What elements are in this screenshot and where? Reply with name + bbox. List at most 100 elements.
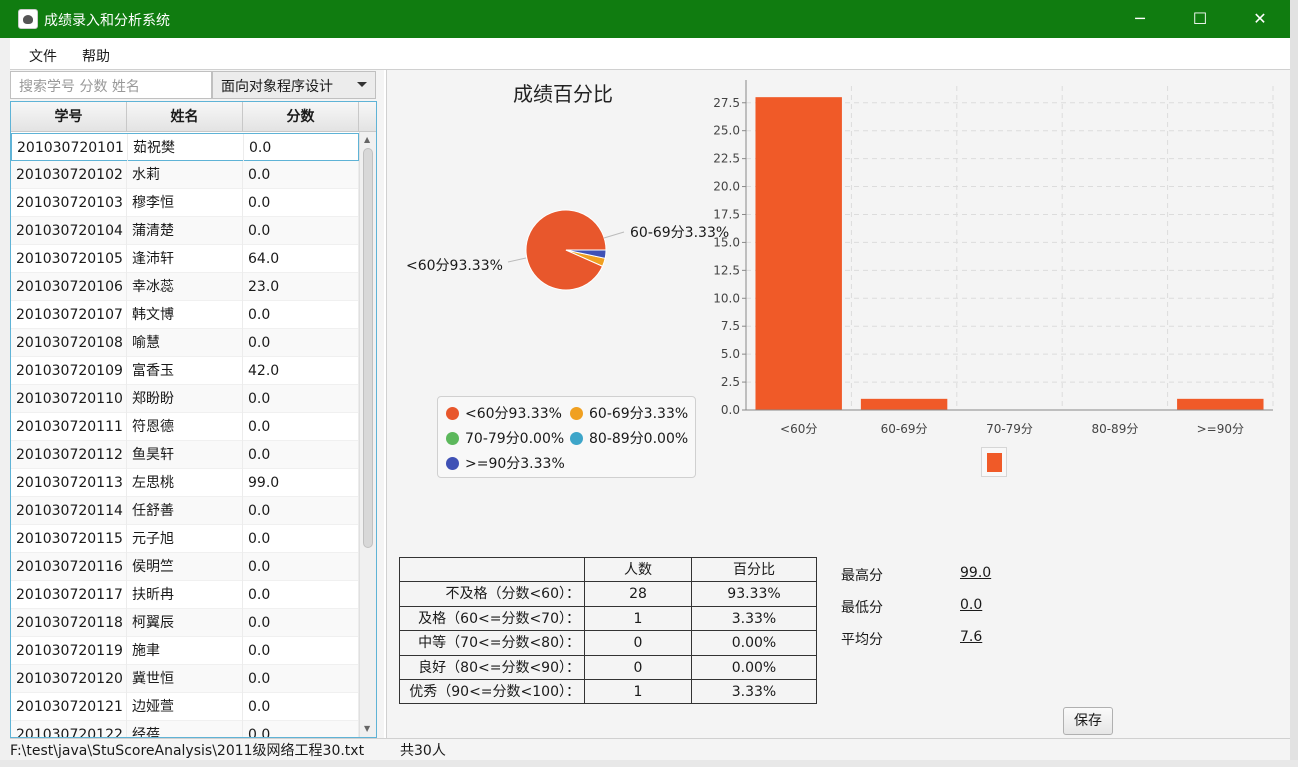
stats-row-count: 1 <box>585 680 692 705</box>
table-row[interactable]: 201030720112 鱼昊轩 0.0 <box>11 441 359 469</box>
cell-student-id: 201030720116 <box>11 553 127 581</box>
stats-row-percent: 3.33% <box>692 607 816 632</box>
table-row[interactable]: 201030720121 边娅萱 0.0 <box>11 693 359 721</box>
legend-swatch <box>570 432 583 445</box>
cell-score: 0.0 <box>243 161 359 189</box>
menu-help[interactable]: 帮助 <box>82 46 110 66</box>
cell-student-id: 201030720114 <box>11 497 127 525</box>
legend-item: <60分93.33% <box>446 403 562 423</box>
table-row[interactable]: 201030720120 冀世恒 0.0 <box>11 665 359 693</box>
table-row[interactable]: 201030720103 穆李恒 0.0 <box>11 189 359 217</box>
cell-student-name: 穆李恒 <box>127 189 243 217</box>
bar-y-tick-label: 25.0 <box>713 124 740 138</box>
cell-student-name: 韩文博 <box>127 301 243 329</box>
scroll-down-icon[interactable]: ▼ <box>364 724 370 733</box>
table-row[interactable]: 201030720104 蒲清楚 0.0 <box>11 217 359 245</box>
cell-student-id: 201030720121 <box>11 693 127 721</box>
table-row[interactable]: 201030720111 符恩德 0.0 <box>11 413 359 441</box>
bar-y-tick-label: 5.0 <box>721 347 740 361</box>
cell-student-id: 201030720111 <box>11 413 127 441</box>
cell-student-id: 201030720104 <box>11 217 127 245</box>
table-row[interactable]: 201030720106 幸冰蕊 23.0 <box>11 273 359 301</box>
cell-student-name: 任舒善 <box>127 497 243 525</box>
bar <box>755 97 842 410</box>
avg-score-value: 7.6 <box>960 629 983 645</box>
legend-swatch <box>446 432 459 445</box>
stats-row-count: 0 <box>585 655 692 680</box>
table-row[interactable]: 201030720118 柯翼辰 0.0 <box>11 609 359 637</box>
legend-swatch <box>570 407 583 420</box>
table-row[interactable]: 201030720108 喻慧 0.0 <box>11 329 359 357</box>
chevron-down-icon <box>357 82 367 87</box>
table-row[interactable]: 201030720105 逢沛轩 64.0 <box>11 245 359 273</box>
cell-score: 0.0 <box>243 525 359 553</box>
column-header-score[interactable]: 分数 <box>243 102 359 132</box>
table-row[interactable]: 201030720110 郑盼盼 0.0 <box>11 385 359 413</box>
bar-y-tick-label: 0.0 <box>721 403 740 417</box>
cell-student-name: 逢沛轩 <box>127 245 243 273</box>
stats-row-percent: 0.00% <box>692 656 816 680</box>
status-file-path: F:\test\java\StuScoreAnalysis\2011级网络工程3… <box>10 743 365 759</box>
cell-student-name: 柯翼辰 <box>127 609 243 637</box>
table-row[interactable]: 201030720101 茹祝樊 0.0 <box>11 133 360 162</box>
scrollbar-thumb[interactable] <box>363 148 373 548</box>
column-header-id[interactable]: 学号 <box>11 102 127 132</box>
cell-student-name: 元子旭 <box>127 525 243 553</box>
cell-score: 0.0 <box>243 693 359 721</box>
legend-item: 70-79分0.00% <box>446 428 564 448</box>
stats-row-label: 良好（80<=分数<90）： <box>400 655 585 680</box>
stats-header-blank <box>400 558 585 583</box>
cell-student-id: 201030720107 <box>11 301 127 329</box>
table-row[interactable]: 201030720122 经蓓 0.0 <box>11 721 359 737</box>
legend-label: 70-79分0.00% <box>465 431 565 447</box>
background-window-strip <box>0 760 1298 767</box>
cell-student-name: 符恩德 <box>127 413 243 441</box>
cell-student-name: 侯明竺 <box>127 553 243 581</box>
cell-student-name: 水莉 <box>127 161 243 189</box>
table-row[interactable]: 201030720114 任舒善 0.0 <box>11 497 359 525</box>
student-table: 学号 姓名 分数 201030720101 茹祝樊 0.0 201030720102 水… <box>10 101 377 738</box>
cell-student-id: 201030720113 <box>11 469 127 497</box>
table-row[interactable]: 201030720119 施聿 0.0 <box>11 637 359 665</box>
status-bar: F:\test\java\StuScoreAnalysis\2011级网络工程3… <box>10 738 1290 760</box>
table-row[interactable]: 201030720117 扶昕冉 0.0 <box>11 581 359 609</box>
table-scrollbar[interactable]: ▲ ▼ <box>359 132 376 737</box>
bar-y-tick-label: 12.5 <box>713 263 740 277</box>
minimize-button[interactable]: ─ <box>1110 0 1170 38</box>
maximize-button[interactable]: ☐ <box>1170 0 1230 38</box>
legend-item: >=90分3.33% <box>446 453 565 473</box>
stats-row-label: 中等（70<=分数<80）： <box>400 631 585 656</box>
bar-y-tick-label: 22.5 <box>713 152 740 166</box>
menu-file[interactable]: 文件 <box>29 46 57 66</box>
table-row[interactable]: 201030720115 元子旭 0.0 <box>11 525 359 553</box>
window-border-right <box>1290 0 1298 767</box>
window-title: 成绩录入和分析系统 <box>44 13 170 29</box>
cell-student-name: 喻慧 <box>127 329 243 357</box>
cell-score: 0.0 <box>243 609 359 637</box>
column-header-name[interactable]: 姓名 <box>127 102 243 132</box>
scroll-up-icon[interactable]: ▲ <box>364 135 370 144</box>
course-select[interactable]: 面向对象程序设计 <box>212 71 376 99</box>
cell-student-id: 201030720102 <box>11 161 127 189</box>
table-row[interactable]: 201030720102 水莉 0.0 <box>11 161 359 189</box>
search-input[interactable]: 搜索学号 分数 姓名 <box>10 71 212 99</box>
table-row[interactable]: 201030720113 左思桃 99.0 <box>11 469 359 497</box>
legend-swatch <box>446 407 459 420</box>
table-row[interactable]: 201030720109 富香玉 42.0 <box>11 357 359 385</box>
cell-score: 0.0 <box>243 329 359 357</box>
stats-row-label: 及格（60<=分数<70）： <box>400 606 585 632</box>
column-header-filler <box>359 102 376 132</box>
close-button[interactable]: ✕ <box>1230 0 1290 38</box>
cell-student-name: 扶昕冉 <box>127 581 243 609</box>
stats-row-label: 优秀（90<=分数<100）： <box>400 680 585 705</box>
bar-legend-swatch <box>987 453 1002 472</box>
cell-student-id: 201030720106 <box>11 273 127 301</box>
save-button[interactable]: 保存 <box>1063 707 1113 735</box>
min-score-value: 0.0 <box>960 597 983 613</box>
table-row[interactable]: 201030720116 侯明竺 0.0 <box>11 553 359 581</box>
bar-y-tick-label: 7.5 <box>721 319 740 333</box>
cell-student-id: 201030720110 <box>11 385 127 413</box>
cell-student-name: 蒲清楚 <box>127 217 243 245</box>
pie-label-line <box>603 231 625 239</box>
table-row[interactable]: 201030720107 韩文博 0.0 <box>11 301 359 329</box>
